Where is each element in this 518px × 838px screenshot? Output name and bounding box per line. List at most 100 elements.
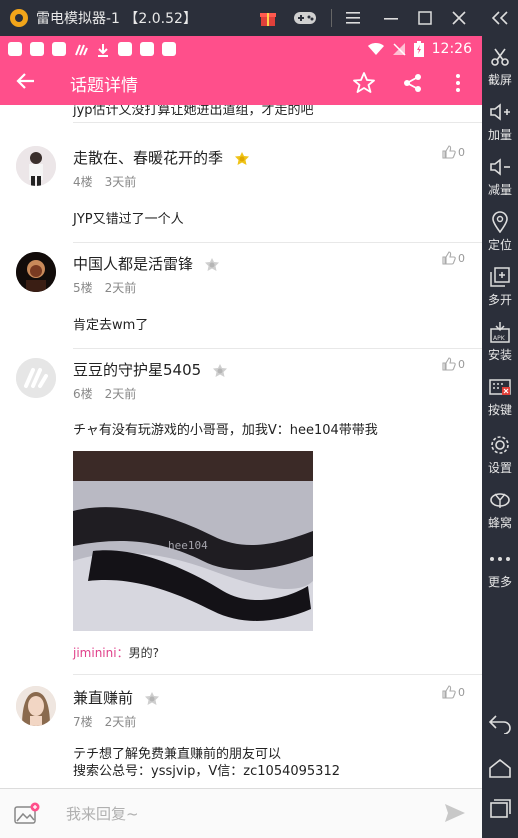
username-text[interactable]: 豆豆的守护星5405 [73, 361, 201, 379]
username[interactable]: 走散在、春暖花开的季 [73, 147, 250, 168]
comment-list[interactable]: jyp估计又没打算让她进出道组，才走的吧 走散在、春暖花开的季 4楼 3天前 0 … [0, 105, 482, 788]
more-vert-icon[interactable] [442, 61, 474, 105]
comment-meta: 7楼 2天前 [73, 713, 136, 730]
image-picker-icon[interactable] [14, 802, 40, 830]
minimize-icon[interactable] [380, 0, 402, 36]
like-button[interactable]: 0 [442, 685, 465, 699]
android-home-icon[interactable] [482, 758, 518, 778]
reply-preview[interactable]: jiminini：男的? [73, 644, 159, 661]
favorite-star-icon[interactable] [348, 61, 380, 105]
divider [73, 348, 482, 349]
comment-meta: 4楼 3天前 [73, 173, 136, 190]
volume-up-icon [489, 101, 511, 123]
like-button[interactable]: 0 [442, 251, 465, 265]
comment-text: JYP又错过了一个人 [73, 212, 184, 227]
gold-badge-icon [234, 151, 249, 165]
reply-text: 男的? [128, 646, 159, 660]
app-bar: 话题详情 [0, 61, 482, 105]
sidebar-item-location[interactable]: 定位 [482, 211, 518, 253]
notification-icon [52, 41, 66, 56]
menu-icon[interactable] [342, 0, 364, 36]
reply-input-bar: 我来回复~ [0, 788, 482, 838]
username-text[interactable]: 中国人都是活雷锋 [73, 255, 193, 273]
post-time: 2天前 [104, 715, 137, 729]
location-pin-icon [489, 211, 511, 233]
reply-input[interactable]: 我来回复~ [66, 803, 139, 824]
like-button[interactable]: 0 [442, 357, 465, 371]
thumbs-up-icon [442, 357, 456, 371]
maximize-icon[interactable] [414, 0, 436, 36]
notification-icon [162, 41, 176, 56]
comment-text: チャ有没有玩游戏的小哥哥，加我V：hee104带带我 [73, 423, 378, 438]
comment-meta: 6楼 2天前 [73, 385, 136, 402]
sidebar-item-volume-up[interactable]: 加量 [482, 101, 518, 143]
back-arrow-icon[interactable] [16, 72, 40, 94]
close-icon[interactable] [448, 0, 470, 36]
svg-text:APK: APK [493, 335, 506, 342]
comment-meta: 5楼 2天前 [73, 279, 136, 296]
collapse-sidebar-icon[interactable] [486, 0, 514, 36]
notification-icon [140, 41, 154, 56]
sidebar-label: 安装 [487, 348, 512, 362]
sidebar-item-hive[interactable]: 蜂窝 [482, 489, 518, 531]
gear-icon [489, 434, 511, 456]
like-count: 0 [458, 357, 465, 371]
like-count: 0 [458, 251, 465, 265]
username-text[interactable]: 兼直赚前 [73, 689, 133, 707]
comment-text-line: テチ想了解免费兼直赚前的朋友可以 [73, 747, 282, 762]
sidebar-item-keymap[interactable]: 按键 [482, 376, 518, 418]
thumbs-up-icon [442, 685, 456, 699]
notification-icon [30, 41, 44, 56]
app-notification-icon [74, 42, 88, 56]
sidebar-label: 更多 [487, 575, 512, 589]
sidebar-label: 设置 [487, 461, 512, 475]
wifi-icon [367, 42, 384, 55]
avatar[interactable] [16, 252, 56, 292]
sidebar-item-multi[interactable]: 多开 [482, 266, 518, 308]
sidebar-item-volume-down[interactable]: 减量 [482, 156, 518, 198]
username-text[interactable]: 走散在、春暖花开的季 [73, 149, 223, 167]
sidebar-item-screenshot[interactable]: 截屏 [482, 46, 518, 88]
battery-icon [413, 40, 424, 57]
sidebar-label: 蜂窝 [487, 516, 512, 530]
reply-username[interactable]: jiminini： [73, 646, 129, 660]
sidebar-item-settings[interactable]: 设置 [482, 434, 518, 476]
comment-image[interactable]: hee104 [73, 451, 313, 631]
titlebar-divider [330, 0, 332, 36]
divider [73, 242, 482, 243]
emulator-titlebar: 雷电模拟器-1 【2.0.52】 [0, 0, 518, 36]
username[interactable]: 中国人都是活雷锋 [73, 253, 220, 274]
thumbs-up-icon [442, 145, 456, 159]
image-watermark: hee104 [168, 539, 208, 552]
multi-instance-icon [489, 266, 511, 288]
username[interactable]: 豆豆的守护星5405 [73, 359, 228, 380]
grey-badge-icon [204, 257, 219, 271]
previous-comment-text: jyp估计又没打算让她进出道组，才走的吧 [73, 105, 314, 118]
thumbs-up-icon [442, 251, 456, 265]
share-icon[interactable] [397, 61, 429, 105]
emulator-logo-icon [10, 9, 28, 27]
divider [73, 122, 482, 123]
avatar[interactable] [16, 358, 56, 398]
avatar[interactable] [16, 686, 56, 726]
grey-badge-icon [212, 363, 227, 377]
sidebar-item-install[interactable]: APK 安装 [482, 321, 518, 363]
avatar[interactable] [16, 146, 56, 186]
notification-icon [8, 41, 22, 56]
send-icon[interactable] [444, 803, 466, 827]
gift-icon[interactable] [258, 0, 278, 36]
no-signal-icon [392, 42, 406, 56]
grey-badge-icon [144, 691, 159, 705]
android-back-icon[interactable] [482, 714, 518, 734]
sidebar-item-more[interactable]: 更多 [482, 548, 518, 590]
post-time: 3天前 [104, 175, 137, 189]
comment-text-line: 搜索公总号：yssjvip，V信：zc1054095312 [73, 764, 340, 779]
android-recents-icon[interactable] [482, 798, 518, 818]
gamepad-icon[interactable] [292, 0, 318, 36]
username[interactable]: 兼直赚前 [73, 687, 160, 708]
page-title: 话题详情 [70, 75, 138, 96]
like-button[interactable]: 0 [442, 145, 465, 159]
floor-number: 7楼 [73, 715, 93, 729]
sidebar-label: 截屏 [487, 73, 512, 87]
like-count: 0 [458, 145, 465, 159]
